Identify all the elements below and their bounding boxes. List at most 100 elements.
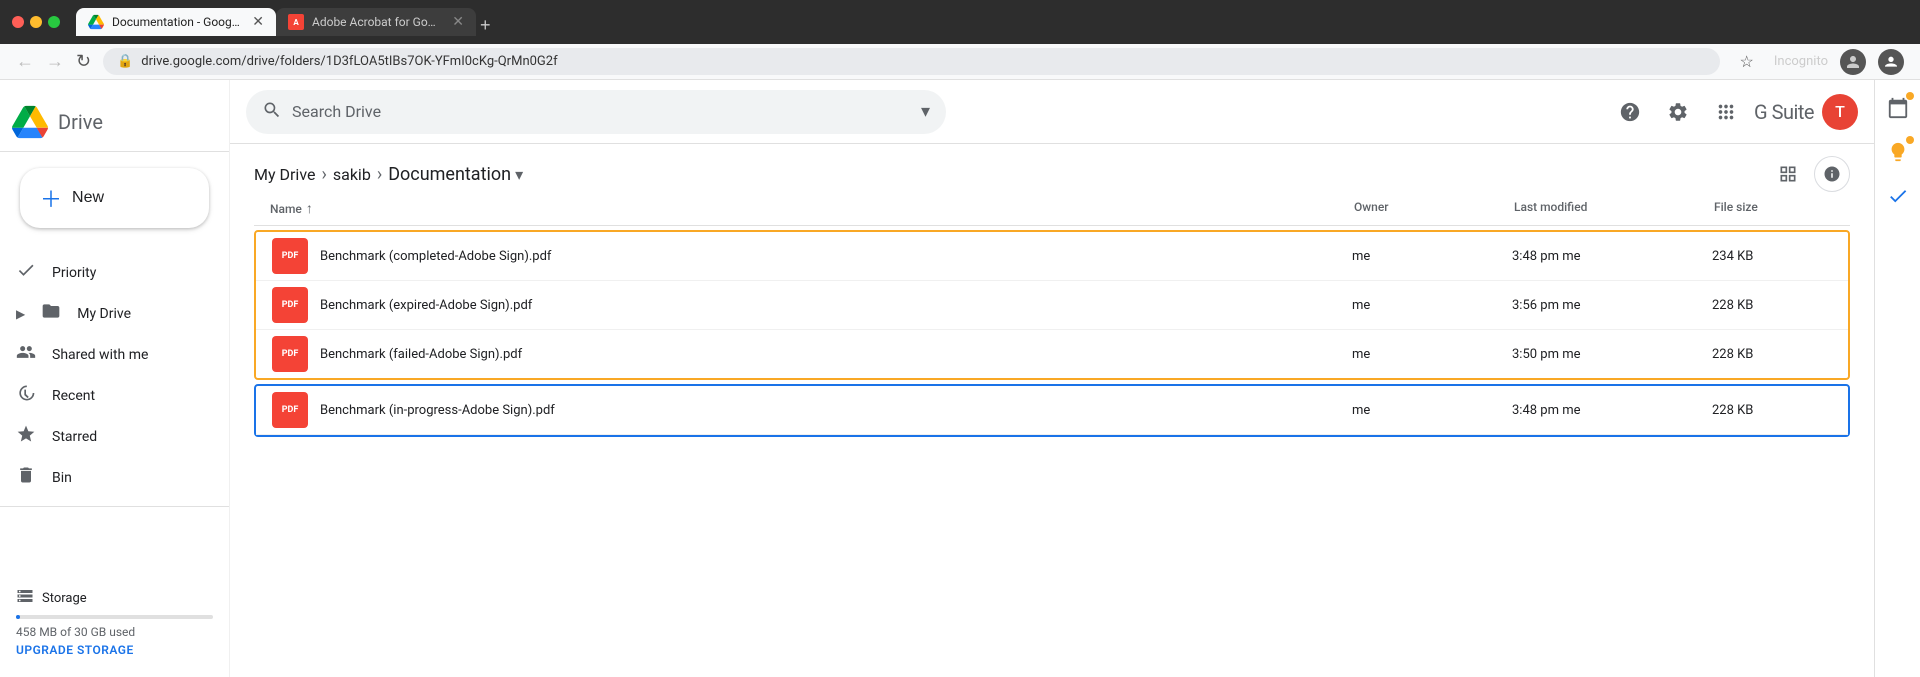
modified-column-header: Last modified: [1514, 200, 1714, 217]
search-bar[interactable]: Search Drive ▾: [246, 90, 946, 134]
acrobat-tab-close-icon[interactable]: ✕: [452, 14, 464, 30]
profile-menu-button[interactable]: [1878, 49, 1904, 75]
storage-icon: [16, 587, 34, 609]
breadcrumb-current: Documentation ▾: [388, 164, 523, 185]
upgrade-storage-link[interactable]: UPGRADE STORAGE: [16, 643, 213, 657]
file-name-3: Benchmark (failed-Adobe Sign).pdf: [320, 347, 522, 362]
sidebar-item-bin-label: Bin: [52, 470, 72, 486]
new-button[interactable]: ＋ New: [20, 168, 209, 228]
sidebar-item-shared[interactable]: Shared with me: [0, 334, 217, 375]
content-actions: [1770, 156, 1850, 192]
breadcrumb: My Drive › sakib › Documentation ▾: [254, 164, 523, 185]
header-right: G Suite T: [1610, 92, 1858, 132]
close-window-button[interactable]: [12, 16, 24, 28]
sidebar-item-priority[interactable]: Priority: [0, 252, 217, 293]
sidebar-divider: [0, 506, 229, 507]
file-size-2: 228 KB: [1712, 298, 1832, 313]
traffic-lights: [12, 16, 60, 28]
file-modified-1: 3:48 pm me: [1512, 249, 1712, 264]
info-button[interactable]: [1814, 156, 1850, 192]
calendar-badge: [1906, 92, 1914, 100]
file-list-header: Name ↑ Owner Last modified File size: [254, 192, 1850, 226]
pdf-icon-2: PDF: [272, 287, 308, 323]
user-avatar[interactable]: T: [1822, 94, 1858, 130]
search-dropdown-icon[interactable]: ▾: [921, 101, 930, 122]
browser-controls: Incognito: [1774, 49, 1904, 75]
address-bar: ← → ↻ 🔒 drive.google.com/drive/folders/1…: [0, 44, 1920, 80]
drive-tab-title: Documentation - Google Drive: [112, 15, 240, 29]
storage-section: Storage 458 MB of 30 GB used UPGRADE STO…: [0, 575, 229, 669]
incognito-avatar[interactable]: [1840, 49, 1866, 75]
sidebar-item-my-drive-label: My Drive: [77, 306, 131, 322]
blue-selection-group: PDF Benchmark (in-progress-Adobe Sign).p…: [254, 384, 1850, 437]
tab-acrobat[interactable]: A Adobe Acrobat for Google Dri... ✕: [276, 8, 476, 36]
file-row-4[interactable]: PDF Benchmark (in-progress-Adobe Sign).p…: [256, 386, 1848, 435]
help-button[interactable]: [1610, 92, 1650, 132]
browser-tabs: Documentation - Google Drive ✕ A Adobe A…: [76, 8, 1908, 36]
breadcrumb-middle[interactable]: sakib: [333, 165, 371, 184]
maximize-window-button[interactable]: [48, 16, 60, 28]
drive-favicon-icon: [88, 14, 104, 30]
minimize-window-button[interactable]: [30, 16, 42, 28]
sidebar-item-bin[interactable]: Bin: [0, 457, 217, 498]
storage-bar-background: [16, 615, 213, 619]
address-input[interactable]: 🔒 drive.google.com/drive/folders/1D3fLOA…: [103, 48, 1719, 75]
owner-column-header: Owner: [1354, 200, 1514, 217]
file-row-1[interactable]: PDF Benchmark (completed-Adobe Sign).pdf…: [256, 232, 1848, 281]
my-drive-icon: [41, 301, 61, 326]
sidebar-item-my-drive[interactable]: ▶ My Drive: [0, 293, 217, 334]
grid-view-button[interactable]: [1770, 156, 1806, 192]
acrobat-favicon-icon: A: [288, 14, 304, 30]
file-name-2: Benchmark (expired-Adobe Sign).pdf: [320, 298, 532, 313]
right-sidebar: [1874, 80, 1920, 677]
acrobat-tab-title: Adobe Acrobat for Google Dri...: [312, 15, 440, 29]
sidebar-item-starred[interactable]: Starred: [0, 416, 217, 457]
breadcrumb-root[interactable]: My Drive: [254, 165, 315, 184]
starred-icon: [16, 424, 36, 449]
file-row-2[interactable]: PDF Benchmark (expired-Adobe Sign).pdf m…: [256, 281, 1848, 330]
orange-selection-group: PDF Benchmark (completed-Adobe Sign).pdf…: [254, 230, 1850, 380]
back-button[interactable]: ←: [16, 51, 34, 72]
sidebar: Drive ＋ New Priority ▶ My Drive: [0, 80, 230, 677]
gsuite-label: G Suite: [1754, 100, 1814, 124]
pdf-icon-4: PDF: [272, 392, 308, 428]
file-owner-3: me: [1352, 347, 1512, 362]
recent-icon: [16, 383, 36, 408]
tasks-button[interactable]: [1878, 176, 1918, 216]
bin-icon: [16, 465, 36, 490]
breadcrumb-separator-1: ›: [321, 164, 326, 185]
file-modified-4: 3:48 pm me: [1512, 403, 1712, 418]
sort-icon[interactable]: ↑: [306, 200, 313, 217]
notes-badge: [1906, 136, 1914, 144]
lock-icon: 🔒: [117, 54, 133, 69]
keep-notes-button[interactable]: [1878, 132, 1918, 172]
storage-used-text: 458 MB of 30 GB used: [16, 625, 213, 639]
breadcrumb-current-label: Documentation: [388, 164, 511, 185]
pdf-icon-3: PDF: [272, 336, 308, 372]
breadcrumb-dropdown-icon[interactable]: ▾: [515, 165, 523, 184]
new-tab-button[interactable]: +: [480, 15, 491, 36]
reload-button[interactable]: ↻: [76, 51, 91, 72]
bookmark-icon[interactable]: ☆: [1740, 52, 1754, 71]
forward-button[interactable]: →: [46, 51, 64, 72]
calendar-button[interactable]: [1878, 88, 1918, 128]
file-size-4: 228 KB: [1712, 403, 1832, 418]
pdf-icon-1: PDF: [272, 238, 308, 274]
sidebar-item-recent[interactable]: Recent: [0, 375, 217, 416]
sidebar-item-starred-label: Starred: [52, 429, 97, 445]
apps-button[interactable]: [1706, 92, 1746, 132]
file-modified-2: 3:56 pm me: [1512, 298, 1712, 313]
file-row-3[interactable]: PDF Benchmark (failed-Adobe Sign).pdf me…: [256, 330, 1848, 378]
drive-logo-text: Drive: [58, 110, 103, 134]
storage-label-text: Storage: [42, 591, 87, 606]
size-column-header: File size: [1714, 200, 1834, 217]
tab-drive[interactable]: Documentation - Google Drive ✕: [76, 8, 276, 36]
settings-button[interactable]: [1658, 92, 1698, 132]
app-header: Search Drive ▾ G Suite T: [230, 80, 1874, 144]
file-name-1: Benchmark (completed-Adobe Sign).pdf: [320, 249, 551, 264]
main-content: Search Drive ▾ G Suite T My Drive: [230, 80, 1874, 677]
priority-icon: [16, 260, 36, 285]
drive-tab-close-icon[interactable]: ✕: [252, 14, 264, 30]
file-owner-1: me: [1352, 249, 1512, 264]
url-text: drive.google.com/drive/folders/1D3fLOA5t…: [141, 54, 1705, 69]
